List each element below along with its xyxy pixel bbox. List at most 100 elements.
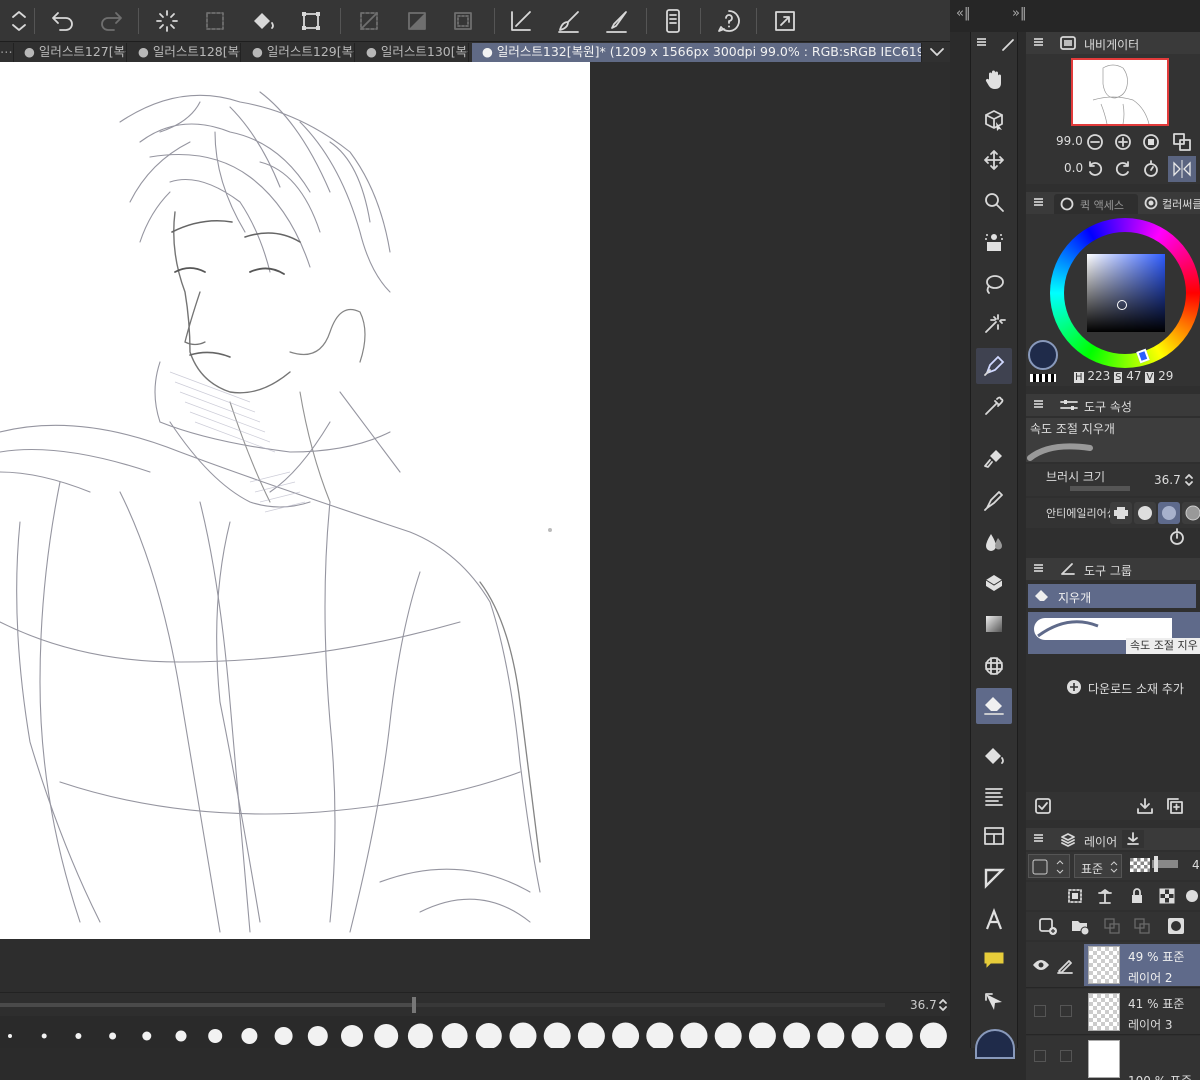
brush-tab-icon[interactable] — [1001, 38, 1017, 52]
lock-transparency-icon[interactable] — [1158, 887, 1176, 905]
expand-icon[interactable] — [770, 6, 800, 36]
brush-size-preset-dot[interactable] — [783, 1022, 811, 1049]
decoration-tool-icon[interactable] — [976, 482, 1012, 518]
navigator-header[interactable]: 내비게이터 — [1026, 32, 1200, 54]
layer-row[interactable]: 41 % 표준 레이어 3 — [1026, 989, 1200, 1035]
menu-icon[interactable] — [1034, 834, 1043, 842]
frame-tool-icon[interactable] — [976, 648, 1012, 684]
layer-row[interactable]: 100 % 표준 — [1026, 1036, 1200, 1080]
brush-size-preset-dot[interactable] — [274, 1027, 293, 1045]
tab-overflow[interactable]: ⋯ — [0, 43, 14, 62]
brush-size-preset-dot[interactable] — [748, 1022, 776, 1049]
antialias-weak-button[interactable] — [1134, 502, 1156, 524]
tool-settings-check-icon[interactable] — [1034, 797, 1052, 815]
help-icon[interactable] — [714, 6, 744, 36]
tab-document[interactable]: ● 일러스트130[복원 — [356, 43, 469, 62]
invert-selection-icon[interactable] — [448, 6, 478, 36]
eraser-tool-icon[interactable] — [976, 688, 1012, 724]
brush-size-preset-dot[interactable] — [142, 1031, 152, 1041]
panel-layout-icon[interactable] — [976, 818, 1012, 854]
brush-size-preset-dot[interactable] — [577, 1022, 605, 1049]
brush-size-preset-dot[interactable] — [714, 1022, 742, 1049]
copy-layer-icon[interactable] — [1132, 916, 1152, 936]
object-tool-icon[interactable] — [976, 102, 1012, 138]
tool-settings-icon[interactable] — [1168, 528, 1186, 546]
magic-wand-icon[interactable] — [976, 306, 1012, 342]
brush-size-slider[interactable] — [1070, 486, 1130, 491]
brush-size-preset-dot[interactable] — [851, 1022, 879, 1049]
subtool-group-eraser[interactable]: 지우개 — [1028, 584, 1196, 608]
antialias-medium-button[interactable] — [1158, 502, 1180, 524]
brush-size-preset-dot[interactable] — [374, 1024, 399, 1048]
brush-size-slider-bar[interactable]: 36.7 — [0, 992, 950, 1016]
rotate-right-icon[interactable] — [1114, 160, 1132, 178]
brush-size-preset-dot[interactable] — [208, 1029, 223, 1043]
import-icon[interactable] — [1136, 797, 1154, 815]
loading-icon[interactable] — [152, 6, 182, 36]
operation-tool-icon[interactable] — [976, 224, 1012, 260]
collapse-right-icon[interactable]: »‖ — [1012, 6, 1026, 21]
eye-icon[interactable] — [1032, 958, 1050, 972]
add-download-material[interactable]: 다운로드 소재 추가 — [1088, 680, 1184, 697]
brush-size-preset-dot[interactable] — [919, 1022, 947, 1049]
brush-correction-icon[interactable] — [554, 6, 584, 36]
color-picker-handle[interactable] — [1117, 300, 1127, 310]
brush-size-preset-dot[interactable] — [885, 1022, 913, 1049]
navigator-viewport-frame[interactable] — [1071, 58, 1169, 126]
rotate-left-icon[interactable] — [1086, 160, 1104, 178]
zoom-out-icon[interactable] — [1086, 133, 1104, 151]
tab-color-wheel[interactable]: 컬러써클 — [1162, 196, 1200, 212]
rotation-reset-icon[interactable] — [1142, 160, 1160, 178]
menu-icon[interactable] — [1034, 38, 1043, 46]
lock-icon[interactable] — [1128, 887, 1146, 905]
tool-preset-preview[interactable]: 속도 조절 지우개 — [1026, 418, 1200, 462]
brush-size-preset-dot[interactable] — [612, 1022, 640, 1049]
brush-size-row[interactable]: 브러시 크기 36.7 — [1026, 464, 1200, 496]
main-color-swatch[interactable] — [975, 1029, 1015, 1059]
brush-size-preset-dot[interactable] — [109, 1032, 117, 1040]
subtool-item-speed-eraser[interactable]: 속도 조절 지우 — [1028, 612, 1200, 654]
tab-document[interactable]: ● 일러스트129[복원 — [242, 43, 355, 62]
fit-window-icon[interactable] — [1172, 132, 1192, 152]
menu-icon[interactable] — [977, 38, 986, 46]
brush-size-preset-dot[interactable] — [341, 1025, 363, 1047]
zoom-tool-icon[interactable] — [976, 184, 1012, 220]
ruler-tool-icon[interactable] — [976, 860, 1012, 896]
reference-layer-icon[interactable] — [1096, 887, 1114, 905]
new-folder-icon[interactable] — [1070, 916, 1090, 936]
palette-icon[interactable] — [1184, 887, 1200, 905]
current-color-swatch[interactable] — [1028, 340, 1058, 370]
clip-layer-icon[interactable] — [1066, 887, 1084, 905]
brush-size-preset-dot[interactable] — [175, 1030, 187, 1042]
tab-document-active[interactable]: ● 일러스트132[복원]* (1209 x 1566px 300dpi 99.… — [472, 43, 922, 62]
edit-toggle[interactable] — [1060, 1005, 1072, 1017]
collapse-left-icon[interactable]: «‖ — [956, 6, 970, 21]
new-raster-layer-icon[interactable] — [1038, 916, 1058, 936]
visibility-toggle[interactable] — [1034, 1005, 1046, 1017]
menu-icon[interactable] — [1034, 400, 1043, 408]
clear-outside-icon[interactable] — [402, 6, 432, 36]
layer-property-tab-icon[interactable] — [1122, 830, 1144, 848]
stroke-correction-icon[interactable] — [602, 6, 632, 36]
hand-tool-icon[interactable] — [976, 62, 1012, 98]
brush-size-presets[interactable] — [0, 1016, 950, 1048]
speech-balloon-icon[interactable] — [976, 942, 1012, 978]
brush-size-preset-dot[interactable] — [307, 1026, 328, 1046]
zoom-in-icon[interactable] — [1114, 133, 1132, 151]
ruler-pen-icon[interactable] — [506, 6, 536, 36]
text-tool-icon[interactable] — [976, 902, 1012, 938]
pen-edit-icon[interactable] — [1056, 956, 1074, 974]
brush-size-preset-dot[interactable] — [817, 1022, 845, 1049]
brush-size-preset-dot[interactable] — [75, 1033, 82, 1039]
brush-size-preset-dot[interactable] — [646, 1022, 674, 1049]
eraser-shape-icon[interactable] — [976, 564, 1012, 600]
brush-size-preset-dot[interactable] — [407, 1023, 433, 1049]
speed-lines-icon[interactable] — [976, 778, 1012, 814]
eyedropper-icon[interactable] — [976, 388, 1012, 424]
blend-tool-icon[interactable] — [976, 524, 1012, 560]
transform-icon[interactable] — [296, 6, 326, 36]
chevron-updown-icon[interactable] — [1184, 471, 1194, 489]
brush-size-preset-dot[interactable] — [441, 1023, 468, 1048]
pen-tool-icon[interactable] — [976, 348, 1012, 384]
blend-mode-dropdown[interactable]: 표준 — [1074, 854, 1122, 878]
